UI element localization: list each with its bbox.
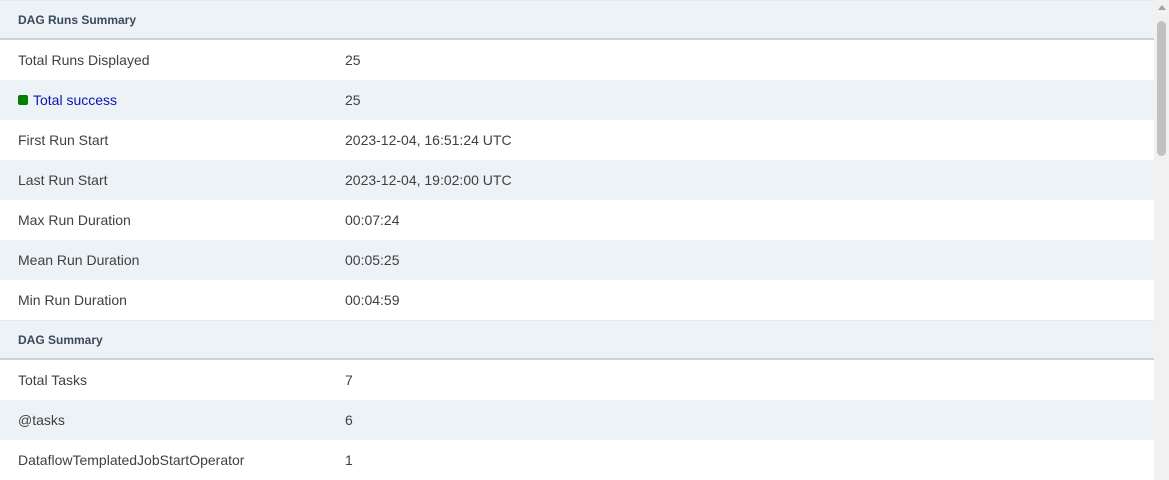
row-value: 00:04:59 <box>345 292 400 308</box>
vertical-scrollbar[interactable] <box>1154 0 1169 480</box>
dag-runs-summary-title: DAG Runs Summary <box>18 12 137 27</box>
table-row: Total Tasks 7 <box>0 360 1154 400</box>
row-label: DataflowTemplatedJobStartOperator <box>18 452 245 468</box>
dag-runs-summary-header: DAG Runs Summary <box>0 0 1154 40</box>
summary-table: DAG Runs Summary Total Runs Displayed 25… <box>0 0 1154 480</box>
row-value: 2023-12-04, 16:51:24 UTC <box>345 132 512 148</box>
table-row: DataflowTemplatedJobStartOperator 1 <box>0 440 1154 480</box>
details-panel: DAG Runs Summary Total Runs Displayed 25… <box>0 0 1169 480</box>
row-label: Min Run Duration <box>18 292 127 308</box>
row-value: 25 <box>345 92 361 108</box>
table-row: @tasks 6 <box>0 400 1154 440</box>
row-label: Total Runs Displayed <box>18 52 150 68</box>
row-label: First Run Start <box>18 132 109 148</box>
row-value: 7 <box>345 372 353 388</box>
row-label: Total Tasks <box>18 372 87 388</box>
table-row: Min Run Duration 00:04:59 <box>0 280 1154 320</box>
table-row: First Run Start 2023-12-04, 16:51:24 UTC <box>0 120 1154 160</box>
row-label: Mean Run Duration <box>18 252 140 268</box>
success-state-icon <box>18 95 28 105</box>
row-value: 2023-12-04, 19:02:00 UTC <box>345 172 512 188</box>
table-row: Max Run Duration 00:07:24 <box>0 200 1154 240</box>
table-row: Total success 25 <box>0 80 1154 120</box>
row-value: 00:05:25 <box>345 252 400 268</box>
row-value: 25 <box>345 52 361 68</box>
row-label: Max Run Duration <box>18 212 131 228</box>
scrollbar-thumb[interactable] <box>1157 21 1166 156</box>
row-label: Total success <box>0 92 345 108</box>
row-label: @tasks <box>18 412 65 428</box>
table-row: Mean Run Duration 00:05:25 <box>0 240 1154 280</box>
dag-summary-header: DAG Summary <box>0 320 1154 360</box>
dag-summary-title: DAG Summary <box>18 332 103 347</box>
table-row: Last Run Start 2023-12-04, 19:02:00 UTC <box>0 160 1154 200</box>
row-label: Last Run Start <box>18 172 108 188</box>
row-value: 6 <box>345 412 353 428</box>
total-success-link[interactable]: Total success <box>33 92 117 108</box>
table-row: Total Runs Displayed 25 <box>0 40 1154 80</box>
row-value: 1 <box>345 452 353 468</box>
scroll-up-arrow-icon[interactable] <box>1158 5 1166 10</box>
row-value: 00:07:24 <box>345 212 400 228</box>
